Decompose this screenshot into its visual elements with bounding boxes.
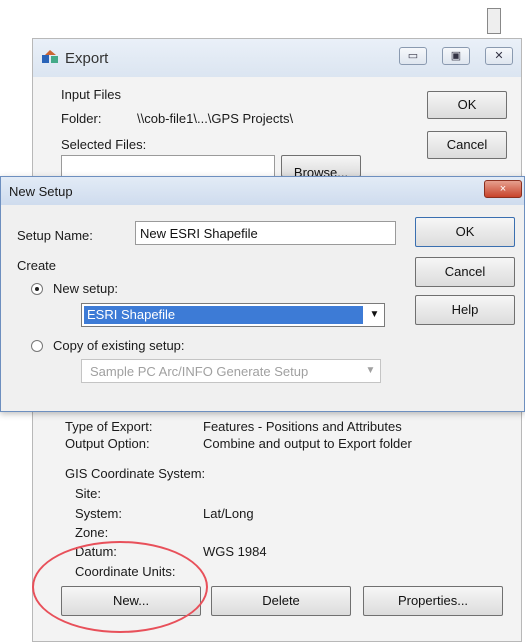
new-setup-radio[interactable]: [31, 283, 43, 295]
copy-existing-label: Copy of existing setup:: [53, 338, 185, 353]
export-app-icon: [42, 50, 58, 63]
close-button[interactable]: ✕: [485, 47, 513, 65]
setup-name-input[interactable]: [135, 221, 396, 245]
selected-files-label: Selected Files:: [61, 137, 147, 152]
chevron-down-icon-disabled: ▼: [365, 365, 376, 376]
export-title-bar: Export ▭ ▣ ✕: [33, 39, 521, 77]
copy-existing-select[interactable]: Sample PC Arc/INFO Generate Setup ▼: [81, 359, 381, 383]
create-label: Create: [17, 258, 57, 273]
copy-existing-value: Sample PC Arc/INFO Generate Setup: [90, 364, 309, 379]
zone-label: Zone:: [75, 525, 109, 540]
datum-value: WGS 1984: [203, 544, 267, 559]
gis-coordinate-system-label: GIS Coordinate System:: [65, 466, 206, 481]
folder-label: Folder:: [61, 111, 102, 126]
type-of-export-label: Type of Export:: [65, 419, 153, 434]
properties-button[interactable]: Properties...: [363, 586, 503, 616]
new-setup-cancel-button[interactable]: Cancel: [415, 257, 515, 287]
new-setup-title-bar: New Setup ×: [1, 177, 524, 205]
new-setup-dialog: New Setup × Setup Name: Create New setup…: [0, 176, 525, 412]
folder-value: \\cob-file1\...\GPS Projects\: [137, 111, 294, 126]
scrollbar-nub: [487, 8, 501, 34]
new-setup-type-select[interactable]: ESRI Shapefile ▼: [81, 303, 385, 327]
maximize-button[interactable]: ▣: [442, 47, 470, 65]
output-option-value: Combine and output to Export folder: [203, 436, 412, 451]
input-files-label: Input Files: [61, 87, 121, 102]
export-ok-button[interactable]: OK: [427, 91, 507, 119]
export-title: Export: [65, 50, 109, 67]
system-label: System:: [75, 506, 122, 521]
delete-button[interactable]: Delete: [211, 586, 351, 616]
new-setup-close-button[interactable]: ×: [484, 180, 522, 198]
copy-existing-radio[interactable]: [31, 340, 43, 352]
selected-files-field[interactable]: [61, 155, 275, 177]
minimize-button[interactable]: ▭: [399, 47, 427, 65]
chevron-down-icon[interactable]: ▼: [366, 305, 383, 325]
export-cancel-button[interactable]: Cancel: [427, 131, 507, 159]
type-of-export-value: Features - Positions and Attributes: [203, 419, 402, 434]
new-setup-help-button[interactable]: Help: [415, 295, 515, 325]
new-setup-label: New setup:: [53, 281, 119, 296]
setup-name-label: Setup Name:: [17, 228, 93, 243]
browse-button[interactable]: Browse...: [281, 155, 361, 177]
system-value: Lat/Long: [203, 506, 254, 521]
new-setup-ok-button[interactable]: OK: [415, 217, 515, 247]
output-option-label: Output Option:: [65, 436, 150, 451]
new-setup-title: New Setup: [9, 184, 73, 199]
new-setup-type-selected: ESRI Shapefile: [84, 306, 363, 324]
site-label: Site:: [75, 486, 102, 501]
red-circle-annotation: [32, 541, 208, 633]
